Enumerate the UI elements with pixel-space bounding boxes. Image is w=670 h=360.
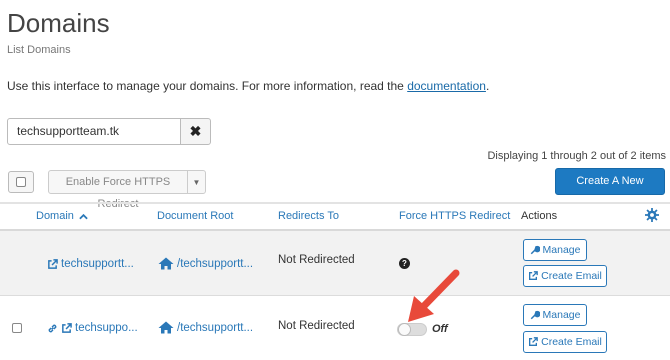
domain-name: techsuppo... (75, 322, 138, 334)
document-root-path: /techsupportt... (177, 257, 254, 270)
enable-force-https-button[interactable]: Enable Force HTTPS Redirect (48, 170, 188, 210)
external-link-icon (529, 337, 538, 346)
info-text-body: Use this interface to manage your domain… (7, 79, 408, 93)
redirect-status: Not Redirected (278, 254, 355, 266)
domain-link[interactable]: techsupportt... (47, 258, 134, 270)
home-icon (158, 257, 174, 270)
document-root-link[interactable]: /techsupportt... (158, 257, 253, 270)
create-email-button[interactable]: Create Email (523, 331, 607, 353)
redirect-status: Not Redirected (278, 320, 355, 332)
close-icon: ✖ (189, 123, 202, 139)
gear-icon[interactable] (645, 208, 659, 222)
external-link-icon (48, 258, 58, 269)
column-header-domain[interactable]: Domain (36, 210, 88, 222)
page-subtitle: List Domains (7, 44, 71, 56)
wrench-icon (530, 245, 540, 255)
manage-button-label: Manage (542, 309, 581, 321)
displaying-count: Displaying 1 through 2 out of 2 items (487, 150, 666, 162)
column-header-document-root[interactable]: Document Root (157, 210, 233, 222)
info-text-suffix: . (485, 79, 490, 93)
link-icon (48, 324, 57, 332)
create-email-label: Create Email (541, 270, 602, 282)
domain-name: techsupportt... (61, 258, 134, 270)
manage-button-label: Manage (542, 244, 581, 256)
column-header-actions: Actions (521, 210, 558, 222)
column-header-force-https[interactable]: Force HTTPS Redirect (399, 210, 510, 222)
arrow-annotation (408, 269, 460, 322)
select-all-checkbox[interactable] (8, 171, 34, 193)
external-link-icon (62, 322, 72, 333)
clear-search-button[interactable]: ✖ (180, 118, 211, 145)
document-root-path: /techsupportt... (177, 321, 254, 334)
search-input[interactable]: techsupportteam.tk (7, 118, 181, 145)
domain-link[interactable]: techsuppo... (47, 322, 138, 334)
checkbox-box (16, 177, 26, 187)
column-header-domain-label: Domain (36, 210, 74, 222)
manage-button[interactable]: Manage (523, 239, 587, 261)
manage-button[interactable]: Manage (523, 304, 587, 326)
checkbox-box (12, 323, 22, 333)
caret-down-icon: ▼ (192, 177, 201, 187)
bulk-actions-dropdown[interactable]: ▼ (187, 170, 206, 194)
column-header-redirects-to[interactable]: Redirects To (278, 210, 339, 222)
create-email-button[interactable]: Create Email (523, 265, 607, 287)
row-checkbox[interactable] (12, 323, 22, 333)
document-root-link[interactable]: /techsupportt... (158, 321, 253, 334)
create-domain-button[interactable]: Create A New Domain (555, 168, 665, 212)
external-link-icon (529, 271, 538, 280)
documentation-link[interactable]: documentation (407, 79, 486, 93)
info-text: Use this interface to manage your domain… (7, 79, 489, 93)
table-top-border (0, 202, 670, 204)
home-icon (158, 321, 174, 334)
page-title: Domains (7, 8, 110, 38)
create-email-label: Create Email (541, 336, 602, 348)
wrench-icon (530, 310, 540, 320)
sort-up-icon (79, 213, 88, 219)
